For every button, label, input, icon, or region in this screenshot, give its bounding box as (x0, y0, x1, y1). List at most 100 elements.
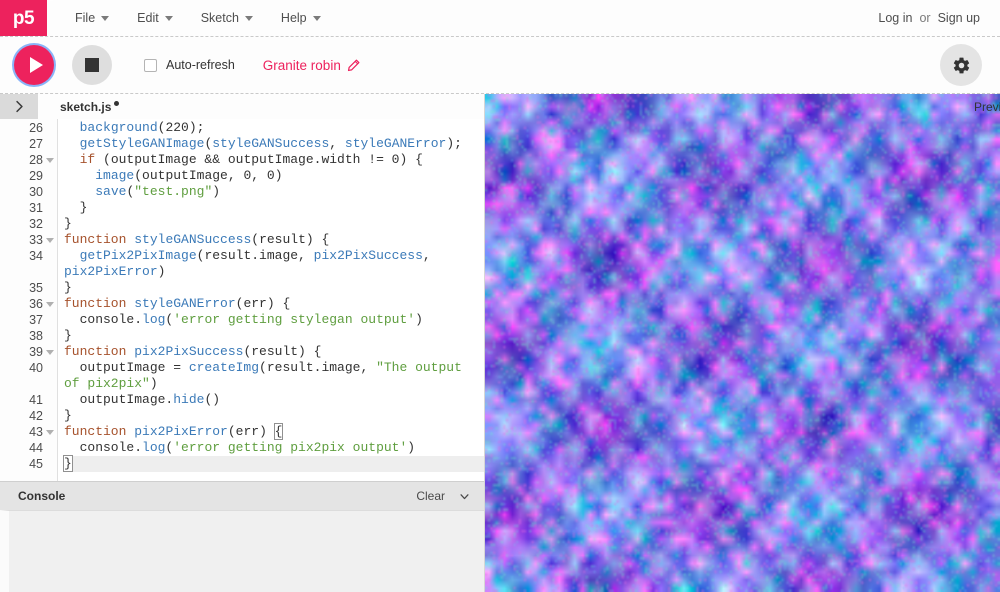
code-line: background(220); (64, 120, 484, 136)
code-token: () (204, 392, 221, 407)
code-line: function pix2PixSuccess(result) { (64, 344, 484, 360)
fold-triangle-icon[interactable] (46, 157, 54, 163)
code-line: } (64, 200, 484, 216)
line-number: 31 (29, 201, 43, 215)
account-actions: Log in or Sign up (878, 0, 1000, 36)
code-editor[interactable]: 26 27 28 29 30 31 32 33 34 35 36 37 38 39 40 41 42 43 44 45… (0, 119, 484, 481)
menu-file[interactable]: File (61, 0, 123, 36)
code-token: } (64, 200, 88, 215)
code-line: } (64, 280, 484, 296)
chevron-down-icon (101, 15, 110, 21)
gutter-rail (0, 119, 10, 481)
sidebar-toggle-button[interactable] (0, 94, 38, 119)
stop-sketch-button[interactable] (72, 45, 112, 85)
code-token: pix2PixSuccess (313, 248, 423, 263)
code-token: image (95, 168, 135, 183)
sketch-preview-canvas (485, 94, 1000, 592)
code-line: pix2PixError) (64, 264, 484, 280)
code-token: ) (274, 168, 283, 183)
code-token: pix2PixError (64, 264, 158, 279)
fold-triangle-icon[interactable] (46, 301, 54, 307)
run-sketch-button[interactable] (14, 45, 54, 85)
line-number: 38 (29, 329, 43, 343)
code-token: "The output (376, 360, 462, 375)
chevron-down-icon (244, 15, 253, 21)
menu-sketch-label: Sketch (200, 11, 239, 25)
code-token: styleGANSuccess (134, 232, 252, 247)
fold-triangle-icon[interactable] (46, 349, 54, 355)
p5-web-editor: p5 * File Edit Sketch Help Log in or Sig… (0, 0, 1000, 592)
file-tab-sketch-js[interactable]: sketch.js (38, 94, 131, 119)
code-token: function (64, 424, 127, 439)
auto-refresh-toggle[interactable]: Auto-refresh (144, 58, 235, 72)
code-token: } (64, 280, 72, 295)
code-token: function (64, 344, 127, 359)
code-token: if (79, 152, 96, 167)
project-name-field[interactable]: Granite robin (263, 58, 360, 73)
workspace: sketch.js 26 27 28 29 30 31 32 33 34 35 36 37 38 39 40… (0, 94, 1000, 592)
code-token: } (63, 455, 73, 472)
code-line: function styleGANSuccess(result) { (64, 232, 484, 248)
p5-logo[interactable]: p5 * (0, 0, 54, 36)
settings-button[interactable] (940, 44, 982, 86)
code-line: outputImage.hide() (64, 392, 484, 408)
signup-link[interactable]: Sign up (938, 11, 980, 25)
code-token: log (142, 440, 166, 455)
unsaved-indicator-icon (114, 100, 120, 106)
chevron-down-icon (312, 15, 321, 21)
line-number: 30 (29, 185, 43, 199)
fold-triangle-icon[interactable] (46, 237, 54, 243)
code-token: function (64, 296, 127, 311)
sketch-toolbar: Auto-refresh Granite robin (0, 37, 1000, 94)
code-token: getStyleGANImage (79, 136, 205, 151)
code-token: } (64, 328, 72, 343)
line-number-wrap (10, 264, 57, 280)
code-line: getPix2PixImage(result.image, pix2PixSuc… (64, 248, 484, 264)
preview-title: Preview (974, 99, 1000, 114)
code-token: (result.image, (196, 248, 314, 263)
fold-triangle-icon[interactable] (46, 429, 54, 435)
code-token: ) (157, 264, 166, 279)
chevron-down-icon[interactable] (459, 491, 470, 502)
code-token: save (95, 184, 127, 199)
code-line: of pix2pix") (64, 376, 484, 392)
menu-edit[interactable]: Edit (123, 0, 187, 36)
code-token: (err) { (235, 296, 291, 311)
menu-list: File Edit Sketch Help (47, 0, 335, 36)
code-line: } (64, 216, 484, 232)
console-clear-button[interactable]: Clear (416, 489, 445, 503)
line-number: 35 (29, 281, 43, 295)
code-token: , (422, 248, 431, 263)
login-link[interactable]: Log in (878, 11, 912, 25)
file-tab-label: sketch.js (60, 99, 112, 114)
code-token: styleGANError (344, 136, 447, 151)
top-navigation-bar: p5 * File Edit Sketch Help Log in or Sig… (0, 0, 1000, 37)
line-number: 32 (29, 217, 43, 231)
menu-help[interactable]: Help (267, 0, 335, 36)
stop-icon (85, 58, 99, 72)
menu-file-label: File (75, 11, 96, 25)
code-token: , (329, 136, 345, 151)
code-token: 0 (266, 168, 275, 183)
menu-sketch[interactable]: Sketch (187, 0, 267, 36)
line-number: 41 (29, 393, 43, 407)
auto-refresh-checkbox[interactable] (144, 58, 157, 72)
code-token: (result) { (251, 232, 330, 247)
code-line: } (63, 455, 484, 472)
line-number: 27 (29, 137, 43, 151)
code-line: } (64, 408, 484, 424)
line-number: 43 (10, 424, 57, 440)
code-line: outputImage = createImg(result.image, "T… (64, 360, 484, 376)
line-number: 34 (29, 249, 43, 263)
code-content[interactable]: background(220); getStyleGANImage(styleG… (58, 119, 484, 481)
code-token: , (251, 168, 267, 183)
chevron-right-icon (15, 100, 23, 113)
auto-refresh-label: Auto-refresh (166, 58, 235, 72)
code-token: "test.png" (134, 184, 213, 199)
code-token: console. (64, 312, 143, 327)
